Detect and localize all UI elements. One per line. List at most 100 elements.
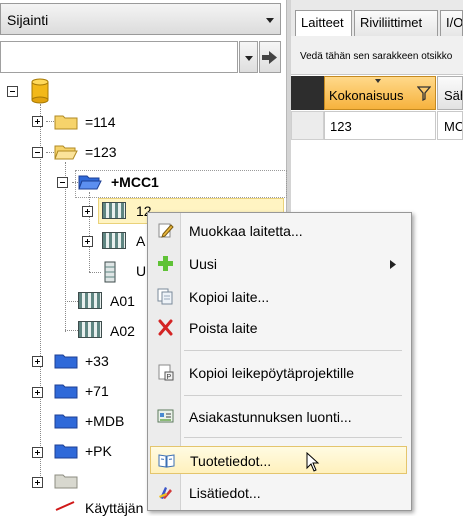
tree-guide-line [65,330,78,331]
tab-riviliittimet[interactable]: Riviliittimet [354,10,438,36]
tree-node-a02[interactable]: A02 [110,323,135,339]
context-menu: Muokkaa laitetta... Uusi Kopioi laite...… [147,212,412,511]
folder-icon [54,114,78,130]
expand-toggle[interactable] [32,387,43,398]
colors-icon [157,484,174,501]
menu-item-delete-device[interactable]: Poista laite [150,314,407,342]
cabinet-icon [78,292,102,309]
column-header-sah[interactable]: Säh [437,76,463,110]
cabinet-icon [102,202,126,219]
column-header-kokonaisuus[interactable]: Kokonaisuus [324,76,436,110]
menu-item-label: Muokkaa laitetta... [189,223,303,239]
folder-icon [54,353,78,369]
menu-item-label: Lisätiedot... [189,485,261,501]
copy-icon [157,288,174,305]
row-selector[interactable] [291,111,324,140]
menu-item-more-info[interactable]: Lisätiedot... [150,479,407,507]
tree-guide-line [46,121,54,122]
menu-item-copy-device[interactable]: Kopioi laite... [150,283,407,311]
expand-toggle[interactable] [32,447,43,458]
expand-toggle[interactable] [82,236,93,247]
mouse-cursor-icon [306,452,320,473]
column-header-label: Säh [444,88,463,103]
cell-kokonaisuus: 123 [330,119,352,134]
tree-node-kayttaja[interactable]: Käyttäjän [85,500,143,516]
collapse-toggle[interactable] [57,177,68,188]
menu-item-edit-device[interactable]: Muokkaa laitetta... [150,217,407,245]
row-selector-header [291,76,324,110]
menu-separator [184,350,402,351]
tree-node-mcc1[interactable]: +MCC1 [111,174,159,190]
expand-toggle[interactable] [32,477,43,488]
menu-item-label: Tuotetiedot... [190,453,271,469]
filter-icon[interactable] [417,86,431,101]
folder-open-icon [54,144,78,160]
expand-toggle[interactable] [82,206,93,217]
tree-node-123[interactable]: =123 [85,144,117,160]
table-cell[interactable]: MC [437,111,463,140]
location-select-value: Sijainti [7,12,48,28]
folder-icon [54,413,78,429]
chevron-down-icon [266,18,274,23]
clipboard-project-icon: P [157,364,174,381]
menu-item-label: Kopioi leikepöytäprojektille [189,365,354,381]
group-by-drop-area[interactable]: Vedä tähän sen sarakkeen otsikko [291,36,463,75]
cell-sah: MC [444,119,463,134]
menu-separator [184,437,402,438]
sort-indicator-icon [375,79,381,83]
menu-item-product-info[interactable]: Tuotetiedot... [150,446,407,474]
terminal-strip-icon [104,261,116,283]
tree-node-114[interactable]: =114 [85,114,116,130]
location-select[interactable]: Sijainti [0,3,281,35]
chevron-down-icon [245,56,253,61]
tree-guide-line [65,301,78,302]
database-icon [30,78,50,104]
menu-item-label: Uusi [189,256,217,272]
tree-guide-line [89,192,90,272]
tree-node-mdb[interactable]: +MDB [85,413,124,429]
submenu-arrow-icon [390,260,396,269]
folder-icon [54,443,78,459]
menu-item-create-customer-id[interactable]: Asiakastunnuksen luonti... [150,403,407,431]
menu-item-copy-to-clipboard-project[interactable]: P Kopioi leikepöytäprojektille [150,359,407,387]
cabinet-icon [78,321,102,338]
tree-node-71[interactable]: +71 [85,383,109,399]
expand-toggle[interactable] [32,356,43,367]
tree-node-pk[interactable]: +PK [85,443,112,459]
tree-node-a[interactable]: A [136,233,145,249]
tree-guide-line [46,152,54,153]
menu-item-label: Kopioi laite... [189,289,269,305]
collapse-toggle[interactable] [32,147,43,158]
menu-item-label: Asiakastunnuksen luonti... [189,409,352,425]
svg-text:P: P [167,374,172,381]
menu-separator [184,395,402,396]
delete-icon [157,319,174,336]
filter-input[interactable] [0,41,238,73]
arrow-right-icon [260,42,280,72]
folder-icon [54,383,78,399]
cabinet-icon [102,232,126,249]
user-folder-icon [54,500,78,511]
folder-open-icon [78,174,102,190]
tree-node-a01[interactable]: A01 [110,293,135,309]
tree-guide-line [89,272,101,273]
menu-item-label: Poista laite [189,320,257,336]
tab-io[interactable]: I/O [440,10,463,36]
filter-dropdown-button[interactable] [239,41,258,73]
expand-toggle[interactable] [32,116,43,127]
tree-node-u[interactable]: U [136,263,146,279]
book-icon [158,452,175,469]
customer-id-icon [157,408,174,425]
tab-strip: Laitteet Riviliittimet I/O [291,0,463,36]
filter-apply-button[interactable] [259,41,281,73]
collapse-toggle[interactable] [7,86,18,97]
column-header-label: Kokonaisuus [329,88,403,103]
menu-item-new[interactable]: Uusi [150,250,407,278]
table-cell[interactable]: 123 [324,111,436,140]
folder-icon [54,473,78,489]
group-by-hint: Vedä tähän sen sarakkeen otsikko [300,51,452,62]
tree-selection-outline [75,170,287,198]
add-icon [157,255,174,272]
tab-laitteet[interactable]: Laitteet [295,10,352,36]
tree-node-33[interactable]: +33 [85,353,109,369]
